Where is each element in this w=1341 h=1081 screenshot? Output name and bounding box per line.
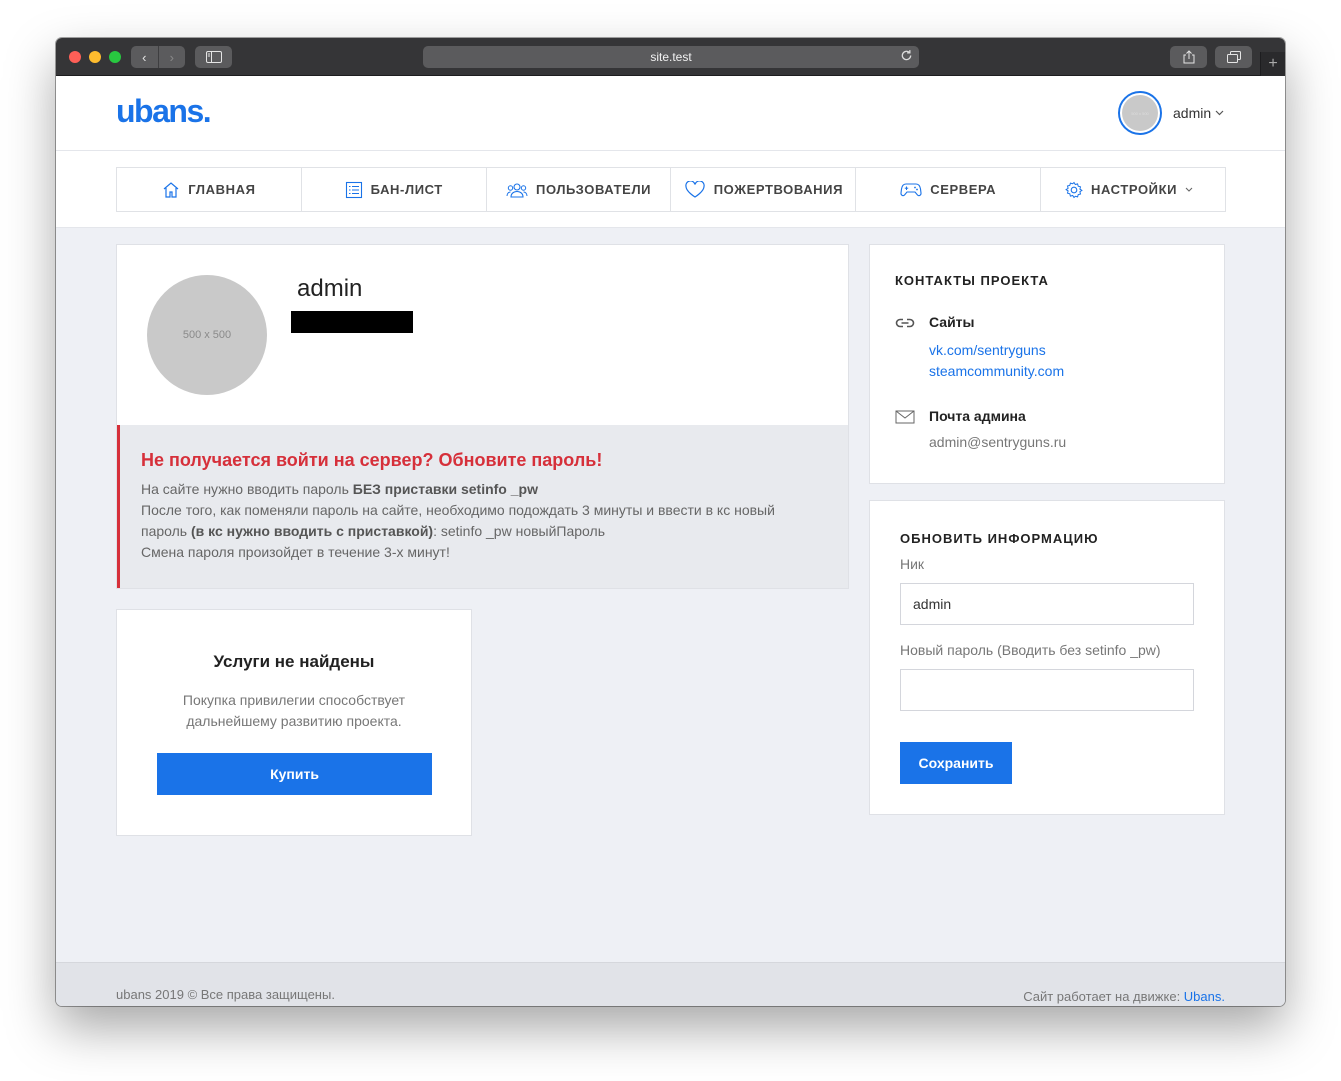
nav-item-donations[interactable]: ПОЖЕРТВОВАНИЯ: [671, 168, 857, 211]
back-icon[interactable]: ‹: [131, 50, 158, 65]
nav-item-label: ПОЖЕРТВОВАНИЯ: [713, 182, 844, 197]
password-alert: Не получается войти на сервер? Обновите …: [117, 425, 848, 588]
alert-line: После того, как поменяли пароль на сайте…: [141, 502, 775, 518]
alert-line: Смена пароля произойдет в течение 3-х ми…: [141, 544, 450, 560]
address-text: site.test: [650, 50, 692, 64]
users-icon: [506, 182, 528, 198]
avatar[interactable]: 500 x 500: [1118, 91, 1162, 135]
password-label: Новый пароль (Вводить без setinfo _pw): [900, 642, 1161, 658]
home-icon: [163, 181, 179, 198]
list-icon: [345, 181, 362, 198]
alert-title: Не получается войти на сервер? Обновите …: [141, 450, 603, 470]
show-tabs-button[interactable]: [1215, 46, 1252, 68]
nav-item-label: БАН-ЛИСТ: [370, 182, 443, 197]
nav-item-label: ГЛАВНАЯ: [188, 182, 256, 197]
reload-icon[interactable]: [900, 49, 913, 62]
window-maximize-button[interactable]: [109, 51, 121, 63]
nick-label: Ник: [900, 556, 925, 572]
services-title: Услуги не найдены: [213, 652, 375, 671]
browser-toolbar: ‹ › site.test +: [56, 38, 1285, 76]
contacts-title: КОНТАКТЫ ПРОЕКТА: [895, 273, 1049, 288]
new-tab-button[interactable]: +: [1260, 52, 1285, 76]
site-footer: ubans 2019 © Все права защищены. Сайт ра…: [56, 962, 1285, 1006]
contact-sites: Сайты vk.com/sentryguns steamcommunity.c…: [895, 314, 1199, 382]
profile-avatar: 500 x 500: [147, 275, 267, 395]
main-navigation: ГЛАВНАЯ БАН-ЛИСТ ПОЛЬЗОВАТЕЛИ ПОЖЕРТВОВА…: [56, 151, 1285, 228]
contact-mail: Почта админа admin@sentryguns.ru: [895, 408, 1199, 450]
window-minimize-button[interactable]: [89, 51, 101, 63]
nav-item-label: СЕРВЕРА: [930, 182, 997, 197]
site-link-steam[interactable]: steamcommunity.com: [929, 361, 1064, 382]
tabs-icon: [1226, 51, 1241, 63]
plus-icon: +: [1268, 55, 1278, 72]
nav-items: ГЛАВНАЯ БАН-ЛИСТ ПОЛЬЗОВАТЕЛИ ПОЖЕРТВОВА…: [116, 167, 1226, 212]
nick-input[interactable]: admin: [900, 583, 1194, 625]
buy-button[interactable]: Купить: [157, 753, 432, 795]
window-close-button[interactable]: [69, 51, 81, 63]
nav-item-label: ПОЛЬЗОВАТЕЛИ: [536, 182, 652, 197]
share-button[interactable]: [1170, 46, 1207, 68]
save-button[interactable]: Сохранить: [900, 742, 1012, 784]
profile-card: 500 x 500 admin Не получается войти на с…: [116, 244, 849, 589]
admin-email: admin@sentryguns.ru: [929, 434, 1067, 450]
link-icon: [895, 318, 915, 328]
chevron-down-icon: [1185, 187, 1193, 192]
sidebar-icon: [205, 51, 222, 63]
password-input[interactable]: [900, 669, 1194, 711]
footer-copyright: ubans 2019 © Все права защищены.: [116, 987, 335, 1002]
nav-item-home[interactable]: ГЛАВНАЯ: [117, 168, 302, 211]
engine-link[interactable]: Ubans.: [1184, 989, 1225, 1004]
alert-line: пароль (в кс нужно вводить с приставкой)…: [141, 523, 605, 539]
site-logo[interactable]: ubans.: [116, 93, 212, 130]
nav-item-servers[interactable]: СЕРВЕРА: [856, 168, 1042, 211]
browser-window: ‹ › site.test + ubans. 500 x 500 admin Г…: [56, 38, 1285, 1006]
sites-label: Сайты: [929, 314, 975, 330]
site-link-vk[interactable]: vk.com/sentryguns: [929, 340, 1064, 361]
footer-engine: Сайт работает на движке: Ubans.: [1023, 989, 1225, 1004]
share-icon: [1183, 50, 1194, 64]
history-nav: ‹ ›: [131, 46, 185, 68]
nav-item-banlist[interactable]: БАН-ЛИСТ: [302, 168, 487, 211]
redacted-block: [291, 311, 413, 333]
gamepad-icon: [900, 182, 922, 196]
alert-line: На сайте нужно вводить пароль БЕЗ приста…: [141, 481, 538, 497]
nav-item-users[interactable]: ПОЛЬЗОВАТЕЛИ: [487, 168, 672, 211]
nav-item-settings[interactable]: НАСТРОЙКИ: [1041, 168, 1225, 211]
user-menu[interactable]: 500 x 500 admin: [1118, 91, 1224, 135]
avatar-placeholder: 500 x 500: [1122, 95, 1158, 131]
nav-item-label: НАСТРОЙКИ: [1091, 182, 1178, 197]
update-info-card: ОБНОВИТЬ ИНФОРМАЦИЮ Ник admin Новый паро…: [869, 500, 1225, 815]
mail-icon: [895, 410, 915, 424]
profile-name: admin: [297, 275, 363, 302]
services-card: Услуги не найдены Покупка привилегии спо…: [116, 609, 472, 836]
site-header: ubans. 500 x 500 admin: [56, 76, 1285, 151]
address-bar[interactable]: site.test: [423, 46, 919, 68]
gear-icon: [1065, 181, 1083, 198]
chevron-down-icon[interactable]: [1215, 110, 1224, 116]
contacts-card: КОНТАКТЫ ПРОЕКТА Сайты vk.com/sentryguns…: [869, 244, 1225, 484]
sidebar-toggle-button[interactable]: [195, 46, 232, 68]
services-text: Покупка привилегии способствует дальнейш…: [182, 692, 406, 729]
mail-label: Почта админа: [929, 408, 1026, 424]
heart-icon: [685, 180, 705, 198]
update-title: ОБНОВИТЬ ИНФОРМАЦИЮ: [900, 531, 1099, 546]
user-name[interactable]: admin: [1173, 105, 1211, 121]
forward-icon[interactable]: ›: [159, 50, 186, 65]
